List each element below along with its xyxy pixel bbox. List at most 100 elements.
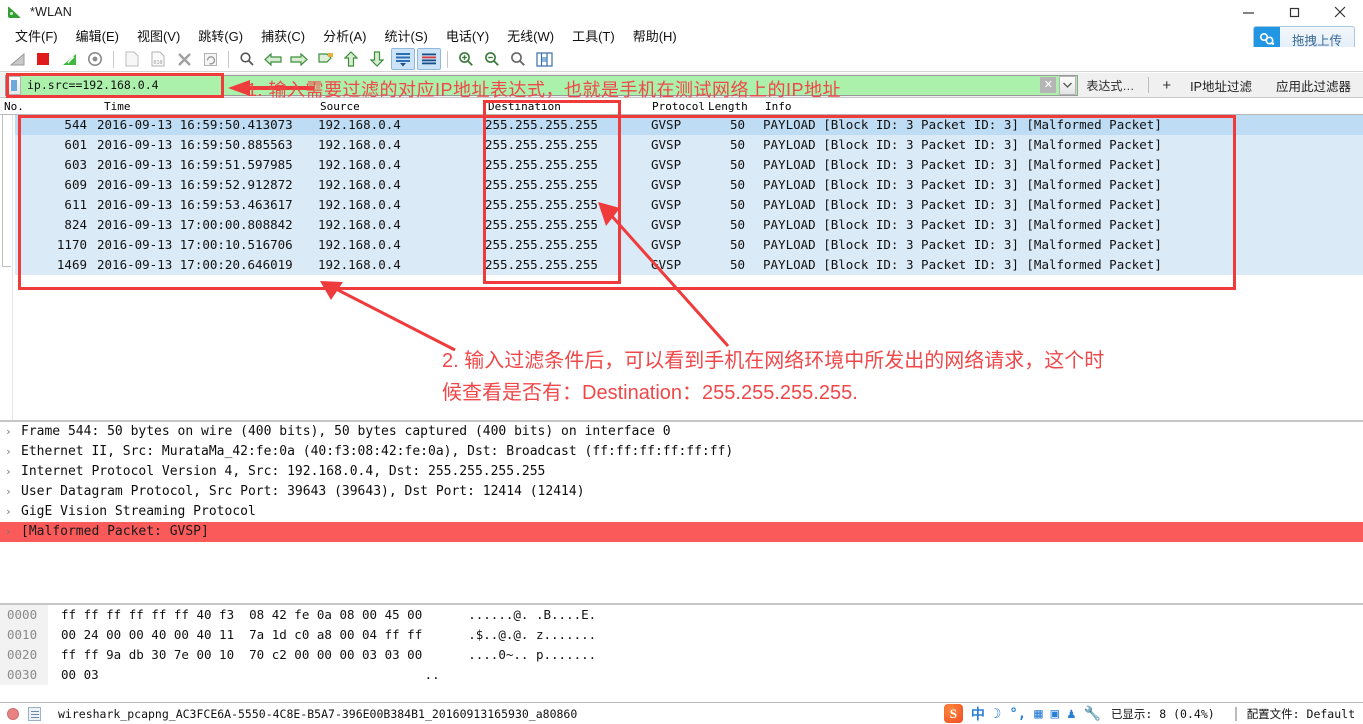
table-row[interactable]: 1170 2016-09-13 17:00:10.516706 192.168.… <box>15 235 1363 255</box>
detail-text: Internet Protocol Version 4, Src: 192.16… <box>21 462 545 482</box>
cell-source: 192.168.0.4 <box>318 115 401 135</box>
detail-row-malformed[interactable]: › [Malformed Packet: GVSP] <box>0 522 1363 542</box>
chevron-right-icon[interactable]: › <box>5 482 21 502</box>
chinese-mode-icon[interactable]: 中 <box>971 704 985 724</box>
stop-capture-icon[interactable] <box>31 48 55 70</box>
save-file-icon[interactable]: 010 <box>146 48 170 70</box>
detail-row-frame[interactable]: › Frame 544: 50 bytes on wire (400 bits)… <box>0 422 1363 442</box>
cell-info: PAYLOAD [Block ID: 3 Packet ID: 3] [Malf… <box>763 135 1162 155</box>
keyboard-icon[interactable]: ▦ <box>1034 706 1042 722</box>
close-file-icon[interactable] <box>172 48 196 70</box>
annotation-note-1: 1. 输入需要过滤的对应IP地址表达式，也就是手机在测试网络上的IP地址 <box>247 76 841 102</box>
capture-comment-icon[interactable] <box>28 707 41 721</box>
chevron-right-icon[interactable]: › <box>5 462 21 482</box>
menu-view[interactable]: 视图(V) <box>128 24 189 47</box>
restart-capture-icon[interactable] <box>57 48 81 70</box>
table-row[interactable]: 601 2016-09-13 16:59:50.885563 192.168.0… <box>15 135 1363 155</box>
hex-row: 0030 00 03 .. <box>0 665 1363 685</box>
colorize-icon[interactable] <box>417 48 441 70</box>
cell-source: 192.168.0.4 <box>318 255 401 275</box>
menu-wireless[interactable]: 无线(W) <box>498 24 563 47</box>
profile-label[interactable]: 配置文件: Default <box>1247 706 1355 722</box>
packet-list-scrollbar[interactable] <box>0 115 13 420</box>
cell-info: PAYLOAD [Block ID: 3 Packet ID: 3] [Malf… <box>763 175 1162 195</box>
auto-scroll-icon[interactable] <box>391 48 415 70</box>
table-row[interactable]: 824 2016-09-13 17:00:00.808842 192.168.0… <box>15 215 1363 235</box>
menu-go[interactable]: 跳转(G) <box>189 24 252 47</box>
detail-row-ipv4[interactable]: › Internet Protocol Version 4, Src: 192.… <box>0 462 1363 482</box>
punctuation-icon[interactable]: °, <box>1009 706 1026 722</box>
find-packet-icon[interactable] <box>235 48 259 70</box>
minimize-icon[interactable] <box>1225 0 1271 24</box>
menu-edit[interactable]: 编辑(E) <box>67 24 128 47</box>
go-to-packet-icon[interactable] <box>313 48 337 70</box>
ime-user-icon[interactable]: ▣ <box>1051 706 1059 722</box>
cell-no: 1170 <box>15 235 87 255</box>
chevron-right-icon[interactable]: › <box>5 442 21 462</box>
resize-columns-icon[interactable] <box>532 48 556 70</box>
maximize-icon[interactable] <box>1271 0 1317 24</box>
menu-tools[interactable]: 工具(T) <box>563 24 624 47</box>
detail-row-udp[interactable]: › User Datagram Protocol, Src Port: 3964… <box>0 482 1363 502</box>
table-row[interactable]: 1469 2016-09-13 17:00:20.646019 192.168.… <box>15 255 1363 275</box>
go-first-packet-icon[interactable] <box>339 48 363 70</box>
packet-bytes-pane[interactable]: 0000 ff ff ff ff ff ff 40 f3 08 42 fe 0a… <box>0 603 1363 702</box>
chevron-down-icon[interactable] <box>1059 76 1076 95</box>
cell-destination: 255.255.255.255 <box>485 195 598 215</box>
chevron-right-icon[interactable]: › <box>5 522 21 542</box>
ime-tools-icon[interactable]: 🔧 <box>1084 706 1101 722</box>
menu-analyze[interactable]: 分析(A) <box>314 24 375 47</box>
reload-icon[interactable] <box>198 48 222 70</box>
scrollbar-thumb[interactable] <box>2 115 11 267</box>
column-header-no[interactable]: No. <box>4 100 24 113</box>
saved-filter-ip[interactable]: IP地址过滤 <box>1178 76 1264 95</box>
open-file-icon[interactable] <box>120 48 144 70</box>
add-filter-button[interactable]: + <box>1155 77 1178 94</box>
sogou-ime-icon[interactable]: S <box>944 704 963 723</box>
table-row[interactable]: 611 2016-09-13 16:59:53.463617 192.168.0… <box>15 195 1363 215</box>
hex-bytes: 00 03 <box>61 665 99 685</box>
detail-row-gvsp[interactable]: › GigE Vision Streaming Protocol <box>0 502 1363 522</box>
table-row[interactable]: 609 2016-09-13 16:59:52.912872 192.168.0… <box>15 175 1363 195</box>
chevron-right-icon[interactable]: › <box>5 422 21 442</box>
cell-length: 50 <box>719 215 745 235</box>
bookmark-icon[interactable] <box>7 76 21 95</box>
hex-bytes: 00 24 00 00 40 00 40 11 7a 1d c0 a8 00 0… <box>61 625 422 645</box>
zoom-out-icon[interactable] <box>480 48 504 70</box>
menu-file[interactable]: 文件(F) <box>6 24 67 47</box>
filter-expression-button[interactable]: 表达式… <box>1078 77 1142 94</box>
cell-destination: 255.255.255.255 <box>485 215 598 235</box>
chevron-right-icon[interactable]: › <box>5 502 21 522</box>
hex-row: 0000 ff ff ff ff ff ff 40 f3 08 42 fe 0a… <box>0 605 1363 625</box>
capture-file-name: wireshark_pcapng_AC3FCE6A-5550-4C8E-B5A7… <box>58 707 577 721</box>
cell-source: 192.168.0.4 <box>318 215 401 235</box>
cell-source: 192.168.0.4 <box>318 195 401 215</box>
menu-statistics[interactable]: 统计(S) <box>375 24 436 47</box>
capture-options-icon[interactable] <box>83 48 107 70</box>
cell-time: 2016-09-13 16:59:52.912872 <box>97 175 293 195</box>
menu-telephony[interactable]: 电话(Y) <box>437 24 498 47</box>
go-last-packet-icon[interactable] <box>365 48 389 70</box>
status-right: S 中 ☽ °, ▦ ▣ ♟ 🔧 已显示: 8 (0.4%) 配置文件: Def… <box>944 704 1363 724</box>
moon-icon[interactable]: ☽ <box>993 706 1001 722</box>
go-back-icon[interactable] <box>261 48 285 70</box>
close-icon[interactable] <box>1317 0 1363 24</box>
table-row[interactable]: 603 2016-09-13 16:59:51.597985 192.168.0… <box>15 155 1363 175</box>
start-capture-icon[interactable] <box>5 48 29 70</box>
detail-row-ethernet[interactable]: › Ethernet II, Src: MurataMa_42:fe:0a (4… <box>0 442 1363 462</box>
column-header-time[interactable]: Time <box>104 100 131 113</box>
go-forward-icon[interactable] <box>287 48 311 70</box>
cell-no: 544 <box>15 115 87 135</box>
menu-capture[interactable]: 捕获(C) <box>252 24 314 47</box>
zoom-in-icon[interactable] <box>454 48 478 70</box>
menu-help[interactable]: 帮助(H) <box>624 24 686 47</box>
table-row[interactable]: 544 2016-09-13 16:59:50.413073 192.168.0… <box>15 115 1363 135</box>
zoom-reset-icon[interactable] <box>506 48 530 70</box>
clear-icon[interactable]: ✕ <box>1040 77 1056 93</box>
saved-filter-apply[interactable]: 应用此过滤器 <box>1264 76 1363 95</box>
packet-details-pane[interactable]: › Frame 544: 50 bytes on wire (400 bits)… <box>0 420 1363 603</box>
annotation-note-2-line1: 2. 输入过滤条件后，可以看到手机在网络环境中所发出的网络请求，这个时 <box>442 345 1104 377</box>
capture-status-icon[interactable] <box>7 708 19 720</box>
ime-tray: S 中 ☽ °, ▦ ▣ ♟ 🔧 <box>944 704 1101 724</box>
ime-skin-icon[interactable]: ♟ <box>1067 706 1075 722</box>
